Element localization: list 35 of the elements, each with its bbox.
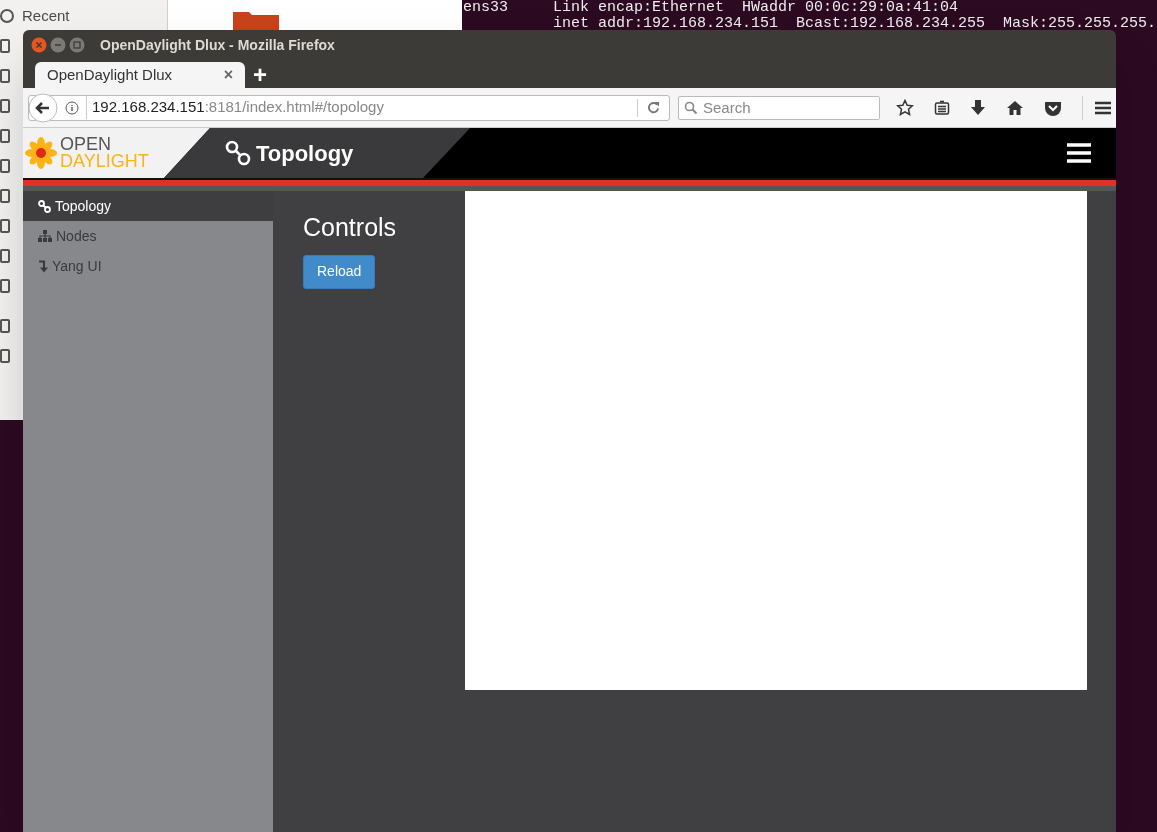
terminal-line: ens33 Link encap:Ethernet HWaddr 00:0c:29:0a:41:04 xyxy=(463,0,960,16)
url-text[interactable]: 192.168.234.151:8181/index.html#/topology xyxy=(86,96,384,119)
pocket-icon[interactable] xyxy=(1044,99,1062,116)
reload-icon[interactable] xyxy=(647,101,660,114)
terminal-line: inet addr:192.168.234.151 Bcast:192.168.234.255 Mask:255.255.255. xyxy=(552,16,1157,32)
new-tab-button[interactable]: + xyxy=(253,62,267,88)
logo-flower-icon xyxy=(25,137,57,169)
maximize-icon[interactable] xyxy=(69,37,85,53)
place-item[interactable]: Recent xyxy=(22,4,70,28)
download-icon[interactable] xyxy=(970,99,986,116)
logo-text: DAYLIGHT xyxy=(60,153,149,170)
logo-text: OPEN xyxy=(60,136,112,153)
minimize-icon[interactable] xyxy=(50,37,66,53)
menu-icon[interactable] xyxy=(1095,100,1111,115)
search-field[interactable]: Search xyxy=(678,95,880,120)
clock-icon[interactable] xyxy=(0,9,14,23)
browser-tab[interactable]: OpenDaylight Dlux × xyxy=(35,62,245,88)
back-icon[interactable] xyxy=(28,92,58,123)
topology-icon xyxy=(225,140,251,166)
info-icon[interactable] xyxy=(65,100,79,115)
sidebar-item[interactable]: Topology xyxy=(23,191,273,221)
reload-button[interactable]: Reload xyxy=(303,254,376,289)
link-icon xyxy=(38,199,51,213)
search-icon xyxy=(684,100,698,115)
sitemap-icon xyxy=(38,230,52,242)
star-icon[interactable] xyxy=(896,98,914,117)
window-title: OpenDaylight Dlux - Mozilla Firefox xyxy=(100,35,335,55)
page-title: Topology xyxy=(256,139,354,168)
close-icon[interactable] xyxy=(31,37,47,53)
arrow-down-icon xyxy=(38,259,48,273)
tab-close-button[interactable]: × xyxy=(223,63,233,87)
home-icon[interactable] xyxy=(1006,99,1024,116)
address-bar[interactable]: 192.168.234.151:8181/index.html#/topology xyxy=(28,94,670,121)
controls-heading: Controls xyxy=(303,212,397,243)
reading-list-icon[interactable] xyxy=(934,99,950,116)
